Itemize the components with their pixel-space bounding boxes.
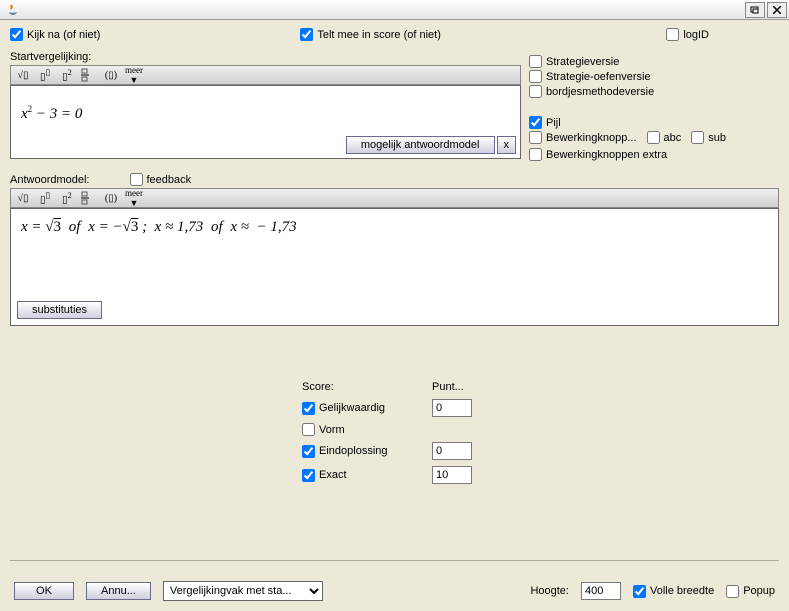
- teltmee-checkbox[interactable]: Telt mee in score (of niet): [300, 28, 441, 41]
- fraction-icon-2[interactable]: [81, 191, 97, 205]
- square-icon[interactable]: ▯2: [59, 68, 75, 82]
- bewerkingknop-checkbox[interactable]: Bewerkingknopp...: [529, 131, 637, 144]
- type-select[interactable]: Vergelijkingvak met sta...: [163, 581, 323, 601]
- popup-checkbox[interactable]: Popup: [726, 585, 775, 598]
- answer-editor[interactable]: x = √3 of x = −√3 ; x ≈ 1,73 of x ≈ − 1,…: [10, 208, 779, 326]
- sqrt-icon[interactable]: √▯: [15, 70, 31, 81]
- x-button[interactable]: x: [497, 136, 517, 154]
- teltmee-label: Telt mee in score (of niet): [317, 29, 441, 41]
- punt-header: Punt...: [432, 381, 487, 393]
- meer-dropdown-2[interactable]: meer▼: [125, 188, 143, 208]
- hoogte-input[interactable]: [581, 582, 621, 600]
- answer-toolbar: √▯ ▯▯ ▯2 (▯) meer▼: [10, 188, 779, 208]
- bordjes-checkbox[interactable]: bordjesmethodeversie: [529, 85, 779, 98]
- paren-icon[interactable]: (▯): [103, 70, 119, 81]
- restore-button[interactable]: [745, 2, 765, 18]
- substituties-button[interactable]: substituties: [17, 301, 102, 319]
- sub-checkbox[interactable]: sub: [691, 131, 726, 144]
- ok-button[interactable]: OK: [14, 582, 74, 600]
- gelijkwaardig-checkbox[interactable]: Gelijkwaardig: [302, 402, 432, 415]
- antwoordmodel-label: Antwoordmodel:: [10, 174, 90, 186]
- power-icon-2[interactable]: ▯▯: [37, 190, 53, 205]
- meer-dropdown[interactable]: meer▼: [125, 65, 143, 85]
- feedback-label: feedback: [147, 174, 192, 186]
- feedback-checkbox[interactable]: feedback: [130, 173, 192, 186]
- close-button[interactable]: [767, 2, 787, 18]
- abc-checkbox[interactable]: abc: [647, 131, 682, 144]
- strategieversie-checkbox[interactable]: Strategieversie: [529, 55, 779, 68]
- start-toolbar: √▯ ▯▯ ▯2 (▯) meer▼: [10, 65, 521, 85]
- annu-button[interactable]: Annu...: [86, 582, 151, 600]
- square-icon-2[interactable]: ▯2: [59, 191, 75, 205]
- logid-label: logID: [683, 29, 709, 41]
- java-icon: [6, 3, 20, 17]
- vorm-checkbox[interactable]: Vorm: [302, 423, 432, 436]
- score-header: Score:: [302, 381, 432, 393]
- strategieoefen-checkbox[interactable]: Strategie-oefenversie: [529, 70, 779, 83]
- exact-input[interactable]: [432, 466, 472, 484]
- kijkna-label: Kijk na (of niet): [27, 29, 100, 41]
- power-icon[interactable]: ▯▯: [37, 67, 53, 82]
- start-editor[interactable]: x2 − 3 = 0 mogelijk antwoordmodel x: [10, 85, 521, 159]
- eindoplossing-checkbox[interactable]: Eindoplossing: [302, 445, 432, 458]
- separator: [10, 560, 779, 561]
- hoogte-label: Hoogte:: [530, 585, 569, 597]
- sqrt-icon-2[interactable]: √▯: [15, 193, 31, 204]
- vollebreedte-checkbox[interactable]: Volle breedte: [633, 585, 714, 598]
- gelijkwaardig-input[interactable]: [432, 399, 472, 417]
- pijl-checkbox[interactable]: Pijl: [529, 116, 779, 129]
- mogelijk-button[interactable]: mogelijk antwoordmodel: [346, 136, 495, 154]
- eindoplossing-input[interactable]: [432, 442, 472, 460]
- bewerkingextra-checkbox[interactable]: Bewerkingknoppen extra: [529, 148, 779, 161]
- titlebar: [0, 0, 789, 20]
- exact-checkbox[interactable]: Exact: [302, 469, 432, 482]
- paren-icon-2[interactable]: (▯): [103, 193, 119, 204]
- startvergelijking-label: Startvergelijking:: [10, 51, 521, 63]
- kijkna-checkbox[interactable]: Kijk na (of niet): [10, 28, 100, 41]
- fraction-icon[interactable]: [81, 68, 97, 82]
- logid-checkbox[interactable]: logID: [666, 28, 709, 41]
- footer: OK Annu... Vergelijkingvak met sta... Ho…: [0, 581, 789, 601]
